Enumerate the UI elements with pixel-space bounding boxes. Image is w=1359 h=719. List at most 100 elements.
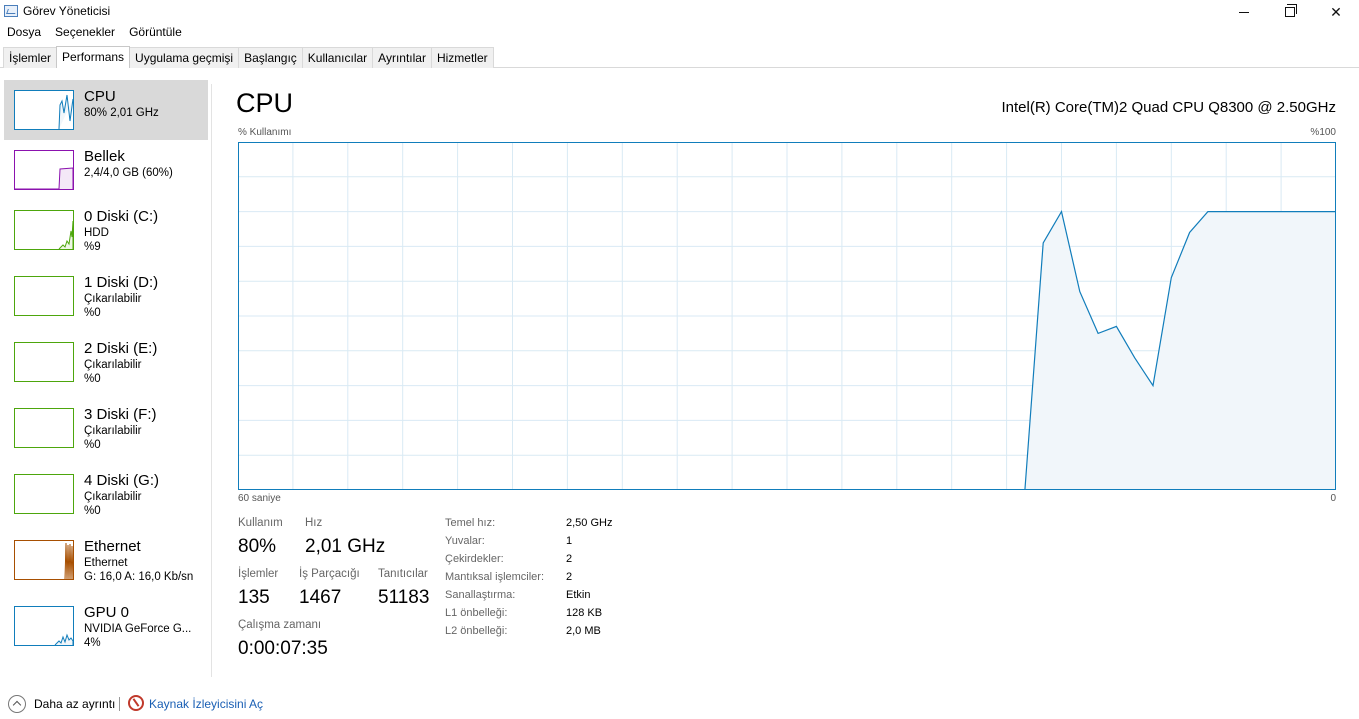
menu-file[interactable]: Dosya (0, 24, 48, 42)
menu-options[interactable]: Seçenekler (48, 24, 122, 42)
gpu-thumbnail (14, 606, 74, 646)
handles-value: 51183 (378, 587, 430, 608)
footer: Daha az ayrıntı Kaynak İzleyicisini Aç (0, 690, 1359, 719)
sidebar-item-usage: 4% (84, 637, 101, 649)
sidebar-item-name: CPU (84, 88, 116, 105)
sidebar-item-detail: 80% 2,01 GHz (84, 107, 159, 119)
l1-cache-label: L1 önbelleği: (445, 607, 508, 619)
l2-cache-label: L2 önbelleği: (445, 625, 508, 637)
tab-strip: İşlemler Performans Uygulama geçmişi Baş… (3, 46, 494, 68)
tab-startup[interactable]: Başlangıç (238, 47, 303, 68)
sidebar-item-name: 0 Diski (C:) (84, 208, 159, 225)
cpu-model: Intel(R) Core(TM)2 Quad CPU Q8300 @ 2.50… (1001, 99, 1336, 116)
menu-view[interactable]: Görüntüle (122, 24, 189, 42)
sidebar-item-type: Çıkarılabilir (84, 491, 142, 503)
fewer-details-button[interactable]: Daha az ayrıntı (34, 697, 115, 711)
threads-label: İş Parçacığı (299, 568, 360, 580)
memory-thumbnail (14, 150, 74, 190)
l1-cache-value: 128 KB (566, 607, 603, 619)
menu-bar: Dosya Seçenekler Görüntüle (0, 24, 189, 42)
sidebar-item-disk-c[interactable]: 0 Diski (C:) HDD %9 (4, 200, 208, 260)
threads-value: 1467 (299, 587, 342, 608)
virtualization-value: Etkin (566, 589, 591, 601)
restore-icon (1285, 4, 1297, 17)
sidebar-item-throughput: G: 16,0 A: 16,0 Kb/sn (84, 571, 194, 583)
virtualization-label: Sanallaştırma: (445, 589, 516, 601)
window-title: Görev Yöneticisi (23, 4, 111, 18)
speed-label: Hız (305, 517, 323, 529)
sidebar-item-type: Çıkarılabilir (84, 293, 142, 305)
disk-d-thumbnail (14, 276, 74, 316)
processes-value: 135 (238, 587, 270, 608)
sidebar-item-name: GPU 0 (84, 604, 130, 621)
uptime-value: 0:00:07:35 (238, 638, 328, 659)
sidebar-item-usage: %0 (84, 373, 101, 385)
sidebar-item-disk-e[interactable]: 2 Diski (E:) Çıkarılabilir %0 (4, 332, 208, 392)
sidebar-item-name: Ethernet (84, 538, 141, 555)
tab-processes[interactable]: İşlemler (3, 47, 58, 68)
close-button[interactable]: ✕ (1313, 0, 1359, 24)
ethernet-thumbnail (14, 540, 74, 580)
base-speed-label: Temel hız: (445, 517, 496, 529)
sidebar-item-usage: %0 (84, 505, 101, 517)
tab-details[interactable]: Ayrıntılar (372, 47, 432, 68)
sidebar-item-type: Çıkarılabilir (84, 359, 142, 371)
chevron-up-icon[interactable] (8, 695, 26, 713)
sidebar-item-memory[interactable]: Bellek 2,4/4,0 GB (60%) (4, 140, 208, 200)
sidebar-item-disk-f[interactable]: 3 Diski (F:) Çıkarılabilir %0 (4, 398, 208, 458)
cores-value: 2 (566, 553, 573, 565)
disk-f-thumbnail (14, 408, 74, 448)
logical-processors-value: 2 (566, 571, 573, 583)
resource-monitor-icon[interactable] (128, 695, 144, 711)
sidebar-divider (211, 84, 212, 677)
sidebar-item-detail: 2,4/4,0 GB (60%) (84, 167, 173, 179)
cores-label: Çekirdekler: (445, 553, 504, 565)
sockets-value: 1 (566, 535, 573, 547)
tab-app-history[interactable]: Uygulama geçmişi (129, 47, 240, 68)
sidebar-item-disk-d[interactable]: 1 Diski (D:) Çıkarılabilir %0 (4, 266, 208, 326)
sidebar-item-type: Çıkarılabilir (84, 425, 142, 437)
sockets-label: Yuvalar: (445, 535, 485, 547)
speed-value: 2,01 GHz (305, 536, 386, 557)
tab-services[interactable]: Hizmetler (430, 47, 494, 68)
sidebar-item-gpu[interactable]: GPU 0 NVIDIA GeForce G... 4% (4, 596, 208, 656)
sidebar-item-name: Bellek (84, 148, 125, 165)
usage-value: 80% (238, 536, 277, 557)
sidebar-item-usage: %9 (84, 241, 101, 253)
title-bar: Görev Yöneticisi ✕ (0, 0, 1359, 24)
sidebar-item-type: NVIDIA GeForce G... (84, 623, 192, 635)
open-resource-monitor-link[interactable]: Kaynak İzleyicisini Aç (149, 697, 263, 711)
base-speed-value: 2,50 GHz (566, 517, 613, 529)
processes-label: İşlemler (238, 568, 279, 580)
disk-e-thumbnail (14, 342, 74, 382)
disk-g-thumbnail (14, 474, 74, 514)
tab-users[interactable]: Kullanıcılar (301, 47, 374, 68)
x-axis-label: 60 saniye (238, 493, 281, 504)
sidebar-item-ethernet[interactable]: Ethernet Ethernet G: 16,0 A: 16,0 Kb/sn (4, 530, 208, 590)
handles-label: Tanıtıcılar (378, 568, 428, 580)
y-axis-max: %100 (1310, 127, 1336, 138)
usage-label: Kullanım (238, 517, 283, 529)
sidebar-item-usage: %0 (84, 439, 101, 451)
logical-processors-label: Mantıksal işlemciler: (445, 571, 545, 583)
tab-performance[interactable]: Performans (56, 46, 131, 68)
cpu-thumbnail (14, 90, 74, 130)
cpu-usage-chart (238, 142, 1336, 490)
minimize-button[interactable] (1221, 0, 1267, 24)
disk-c-thumbnail (14, 210, 74, 250)
x-axis-min: 0 (1330, 493, 1336, 504)
sidebar-item-cpu[interactable]: CPU 80% 2,01 GHz (4, 80, 208, 140)
page-title: CPU (236, 88, 294, 118)
footer-separator (119, 697, 120, 711)
task-manager-icon (4, 5, 18, 17)
y-axis-label: % Kullanımı (238, 127, 292, 138)
sidebar-item-type: Ethernet (84, 557, 128, 569)
sidebar-item-name: 2 Diski (E:) (84, 340, 158, 357)
l2-cache-value: 2,0 MB (566, 625, 601, 637)
maximize-button[interactable] (1267, 0, 1313, 24)
sidebar-item-disk-g[interactable]: 4 Diski (G:) Çıkarılabilir %0 (4, 464, 208, 524)
sidebar-item-usage: %0 (84, 307, 101, 319)
uptime-label: Çalışma zamanı (238, 619, 322, 631)
sidebar-item-name: 3 Diski (F:) (84, 406, 157, 423)
sidebar-item-name: 4 Diski (G:) (84, 472, 159, 489)
